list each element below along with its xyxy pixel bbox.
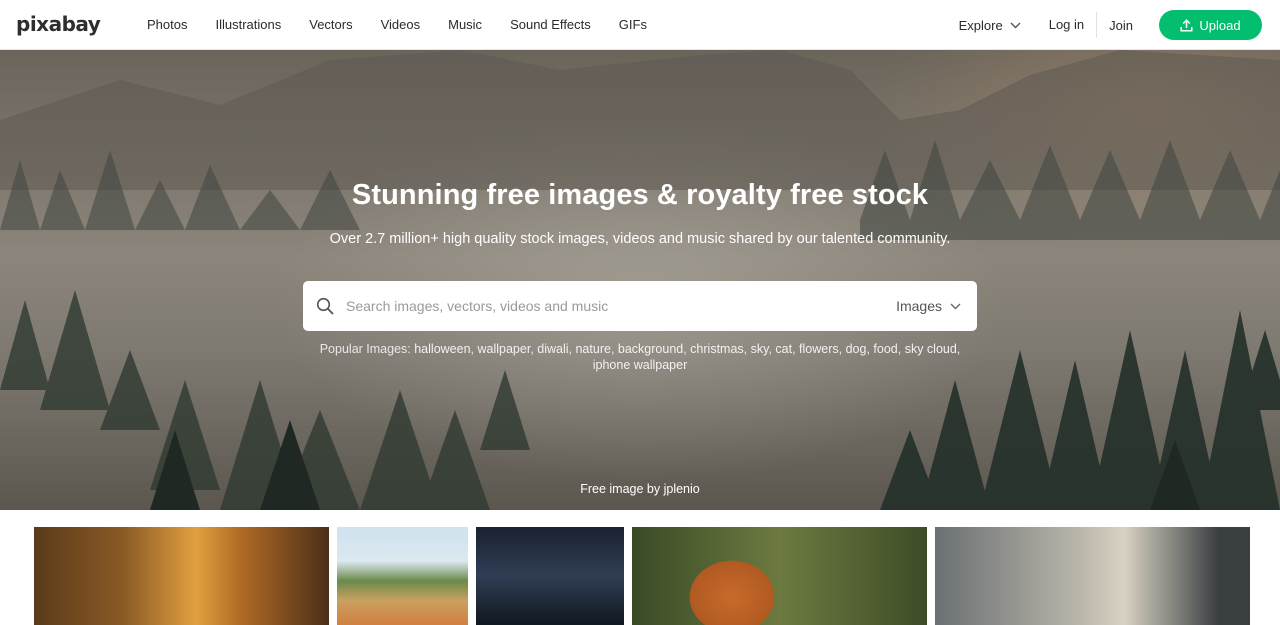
hero-banner: Stunning free images & royalty free stoc… <box>0 50 1280 510</box>
image-credit[interactable]: Free image by jplenio <box>0 482 1280 496</box>
nav-music[interactable]: Music <box>434 0 496 50</box>
image-thumbnail-misty-landscape[interactable] <box>935 527 1250 625</box>
search-type-select[interactable]: Images <box>896 298 977 314</box>
user-nav: Explore Log in Join Upload <box>959 0 1262 50</box>
popular-searches: Popular Images: halloween, wallpaper, di… <box>319 342 961 372</box>
nav-sound-effects[interactable]: Sound Effects <box>496 0 605 50</box>
popular-tag[interactable]: wallpaper <box>477 342 530 356</box>
upload-icon <box>1180 18 1193 32</box>
popular-tag[interactable]: nature <box>575 342 610 356</box>
chevron-down-icon <box>1010 22 1021 28</box>
search-type-label: Images <box>896 298 942 314</box>
nav-gifs[interactable]: GIFs <box>605 0 661 50</box>
search-bar: Images <box>303 281 977 331</box>
image-thumbnail-dark-forest[interactable] <box>476 527 624 625</box>
nav-vectors[interactable]: Vectors <box>295 0 366 50</box>
hero-title: Stunning free images & royalty free stoc… <box>351 179 929 211</box>
search-input[interactable] <box>346 298 897 314</box>
top-navigation: pixabay Photos Illustrations Vectors Vid… <box>0 0 1280 50</box>
join-link[interactable]: Join <box>1097 18 1159 33</box>
chevron-down-icon <box>950 303 961 309</box>
popular-tag[interactable]: christmas <box>690 342 743 356</box>
popular-tag[interactable]: sky <box>751 342 769 356</box>
popular-tag[interactable]: sky cloud <box>905 342 957 356</box>
hero-subtitle: Over 2.7 million+ high quality stock ima… <box>329 231 951 247</box>
popular-label: Popular Images: <box>319 342 411 356</box>
login-link[interactable]: Log in <box>1037 12 1098 38</box>
pixabay-logo[interactable]: pixabay <box>16 12 101 36</box>
upload-button[interactable]: Upload <box>1159 10 1262 40</box>
popular-tag[interactable]: diwali <box>537 342 568 356</box>
popular-tag[interactable]: halloween <box>414 342 470 356</box>
image-thumbnail-sunset-forest[interactable] <box>34 527 329 625</box>
nav-illustrations[interactable]: Illustrations <box>201 0 295 50</box>
popular-tag[interactable]: background <box>618 342 683 356</box>
nav-photos[interactable]: Photos <box>133 0 201 50</box>
image-grid <box>0 527 1280 625</box>
popular-tag[interactable]: iphone wallpaper <box>593 358 688 372</box>
image-thumbnail-pumpkin[interactable] <box>632 527 927 625</box>
main-nav: Photos Illustrations Vectors Videos Musi… <box>133 0 661 50</box>
explore-label: Explore <box>958 17 1003 33</box>
explore-menu[interactable]: Explore <box>959 18 1037 33</box>
popular-tag[interactable]: flowers <box>799 342 839 356</box>
popular-tag[interactable]: cat <box>775 342 792 356</box>
upload-label: Upload <box>1199 17 1241 33</box>
nav-videos[interactable]: Videos <box>367 0 435 50</box>
popular-tag[interactable]: food <box>873 342 897 356</box>
search-icon[interactable] <box>316 297 334 315</box>
forest-background-image <box>0 50 1280 510</box>
popular-tag[interactable]: dog <box>846 342 867 356</box>
image-thumbnail-child-pumpkins[interactable] <box>337 527 468 625</box>
